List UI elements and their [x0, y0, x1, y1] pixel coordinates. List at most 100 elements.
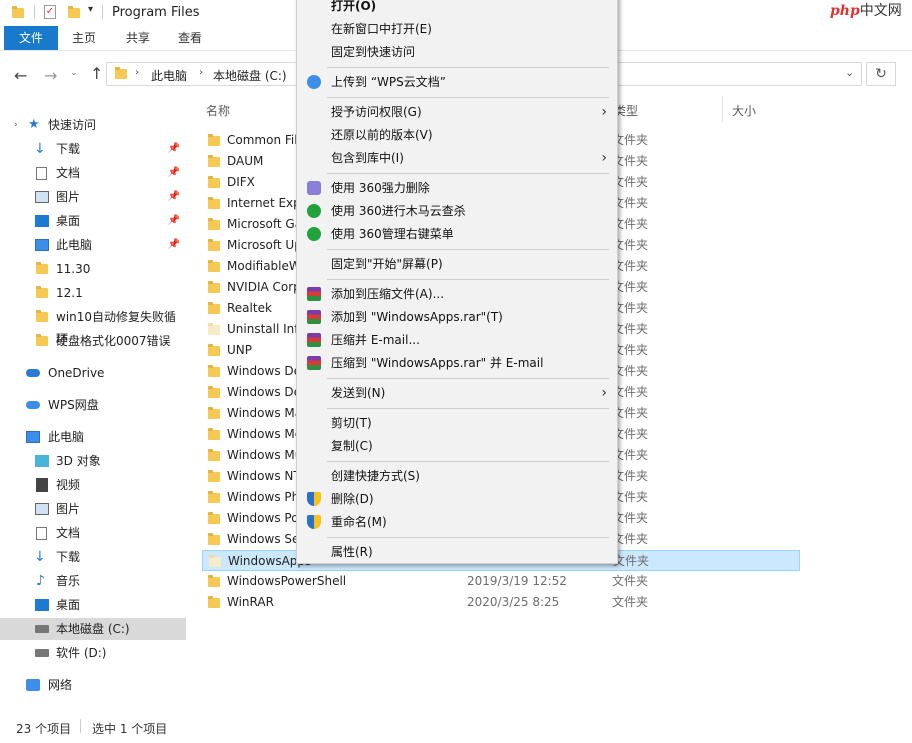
pin-icon[interactable]: 📌	[168, 162, 180, 184]
context-menu-item[interactable]: 在新窗口中打开(E)	[297, 18, 617, 40]
chevron-right-icon: ›	[601, 104, 607, 120]
context-menu-item[interactable]: 打开(O)	[297, 0, 617, 17]
context-menu-item[interactable]: 发送到(N) ›	[297, 382, 617, 404]
refresh-button[interactable]: ↻	[866, 62, 896, 86]
context-menu-item[interactable]: 压缩到 "WindowsApps.rar" 并 E-mail	[297, 352, 617, 374]
tab-home[interactable]: 主页	[72, 26, 96, 50]
download-icon: ↓	[34, 549, 46, 565]
sidebar-item-this-pc-pinned[interactable]: 此电脑 📌	[0, 234, 186, 256]
folder-icon	[208, 323, 220, 335]
context-menu-item[interactable]: 固定到"开始"屏幕(P)	[297, 253, 617, 275]
sidebar-item-onedrive[interactable]: OneDrive	[0, 362, 186, 384]
context-menu-item[interactable]: 复制(C)	[297, 435, 617, 457]
context-menu-item[interactable]: 添加到 "WindowsApps.rar"(T)	[297, 306, 617, 328]
chevron-right-icon: ›	[601, 150, 607, 166]
sidebar-item-videos[interactable]: 视频	[0, 474, 186, 496]
column-divider[interactable]	[722, 96, 723, 122]
folder-icon	[208, 575, 220, 587]
sidebar-item-folder-1130[interactable]: 11.30	[0, 258, 186, 280]
sidebar-item-downloads[interactable]: ↓ 下载 📌	[0, 138, 186, 160]
network-icon	[26, 679, 40, 691]
context-menu-item[interactable]: 删除(D)	[297, 488, 617, 510]
context-menu-item[interactable]: 授予访问权限(G) ›	[297, 101, 617, 123]
menu-separator	[327, 67, 609, 68]
sidebar-item-this-pc[interactable]: 此电脑	[0, 426, 186, 448]
menu-separator	[327, 279, 609, 280]
pin-icon[interactable]: 📌	[168, 210, 180, 232]
folder-icon	[12, 6, 24, 18]
sidebar-item-quick-access[interactable]: › ★ 快速访问	[0, 114, 186, 136]
pin-icon[interactable]: 📌	[168, 234, 180, 256]
table-row[interactable]: WinRAR 2020/3/25 8:25 文件夹	[202, 592, 800, 613]
menu-item-label: 重命名(M)	[331, 515, 387, 529]
folder-icon	[208, 260, 220, 272]
context-menu-item[interactable]: 包含到库中(I) ›	[297, 147, 617, 169]
folder-icon	[208, 176, 220, 188]
sidebar-item-folder-format[interactable]: 硬盘格式化0007错误	[0, 330, 186, 352]
sidebar-item-label: 软件 (D:)	[56, 646, 107, 660]
music-icon: ♪	[36, 573, 45, 589]
sidebar-item-desktop[interactable]: 桌面 📌	[0, 210, 186, 232]
breadcrumb-c-drive[interactable]: 本地磁盘 (C:)	[213, 67, 287, 84]
sidebar-item-label: 硬盘格式化0007错误	[56, 334, 171, 348]
new-folder-icon[interactable]	[68, 6, 80, 18]
breadcrumb-this-pc[interactable]: 此电脑	[151, 67, 187, 84]
picture-icon	[35, 503, 49, 515]
sidebar-item-documents[interactable]: 文档 📌	[0, 162, 186, 184]
sidebar-item-downloads-2[interactable]: ↓ 下载	[0, 546, 186, 568]
context-menu-item[interactable]: 还原以前的版本(V)	[297, 124, 617, 146]
tab-share[interactable]: 共享	[126, 26, 150, 50]
sidebar-item-desktop-2[interactable]: 桌面	[0, 594, 186, 616]
sidebar-item-wps-drive[interactable]: WPS网盘	[0, 394, 186, 416]
back-button[interactable]: ←	[14, 66, 27, 85]
context-menu-item[interactable]: 使用 360进行木马云查杀	[297, 200, 617, 222]
address-dropdown-icon[interactable]: ⌄	[845, 66, 854, 79]
recent-locations-icon[interactable]: ⌄	[70, 68, 78, 78]
quick-access-dropdown-icon[interactable]: ▾	[88, 4, 93, 15]
tab-view[interactable]: 查看	[178, 26, 202, 50]
selection-count: 选中 1 个项目	[92, 722, 168, 736]
context-menu-item[interactable]: 使用 360管理右键菜单	[297, 223, 617, 245]
breadcrumb-separator[interactable]: ›	[135, 67, 139, 78]
pin-icon[interactable]: 📌	[168, 138, 180, 160]
sidebar-item-d-drive[interactable]: 软件 (D:)	[0, 642, 186, 664]
column-header-size[interactable]: 大小	[732, 102, 756, 119]
sidebar-item-pictures[interactable]: 图片 📌	[0, 186, 186, 208]
chevron-down-icon[interactable]: ›	[14, 114, 18, 136]
context-menu-item[interactable]: 剪切(T)	[297, 412, 617, 434]
up-button[interactable]: ↑	[90, 64, 103, 83]
context-menu-item[interactable]: 压缩并 E-mail...	[297, 329, 617, 351]
menu-item-label: 包含到库中(I)	[331, 151, 404, 165]
tab-file[interactable]: 文件	[4, 26, 58, 50]
sidebar-item-folder-win10[interactable]: win10自动修复失败循环	[0, 306, 186, 346]
sidebar-item-pictures-2[interactable]: 图片	[0, 498, 186, 520]
context-menu-item[interactable]: 固定到快速访问	[297, 41, 617, 63]
folder-icon	[208, 239, 220, 251]
sidebar-item-c-drive[interactable]: 本地磁盘 (C:)	[0, 618, 186, 640]
sidebar-item-network[interactable]: 网络	[0, 674, 186, 696]
pin-icon[interactable]: 📌	[168, 186, 180, 208]
sidebar-item-3d-objects[interactable]: 3D 对象	[0, 450, 186, 472]
context-menu-item[interactable]: 创建快捷方式(S)	[297, 465, 617, 487]
file-name: DIFX	[227, 175, 255, 189]
context-menu-item[interactable]: 上传到 “WPS云文档”	[297, 71, 617, 93]
context-menu-item[interactable]: 添加到压缩文件(A)...	[297, 283, 617, 305]
menu-separator	[327, 173, 609, 174]
breadcrumb-separator[interactable]: ›	[199, 67, 203, 78]
menu-item-label: 发送到(N)	[331, 386, 386, 400]
context-menu-item[interactable]: 使用 360强力删除	[297, 177, 617, 199]
context-menu-item[interactable]: 属性(R)	[297, 541, 617, 563]
column-header-name[interactable]: 名称	[206, 102, 230, 119]
document-icon	[36, 527, 47, 540]
forward-button[interactable]: →	[44, 66, 57, 85]
sidebar-item-music[interactable]: ♪ 音乐	[0, 570, 186, 592]
sidebar-item-documents-2[interactable]: 文档	[0, 522, 186, 544]
menu-item-label: 在新窗口中打开(E)	[331, 22, 432, 36]
properties-icon[interactable]: ✓	[44, 5, 56, 19]
folder-icon	[208, 134, 220, 146]
menu-item-label: 创建快捷方式(S)	[331, 469, 420, 483]
sidebar-item-folder-121[interactable]: 12.1	[0, 282, 186, 304]
folder-icon	[208, 197, 220, 209]
table-row[interactable]: WindowsPowerShell 2019/3/19 12:52 文件夹	[202, 571, 800, 592]
context-menu-item[interactable]: 重命名(M)	[297, 511, 617, 533]
